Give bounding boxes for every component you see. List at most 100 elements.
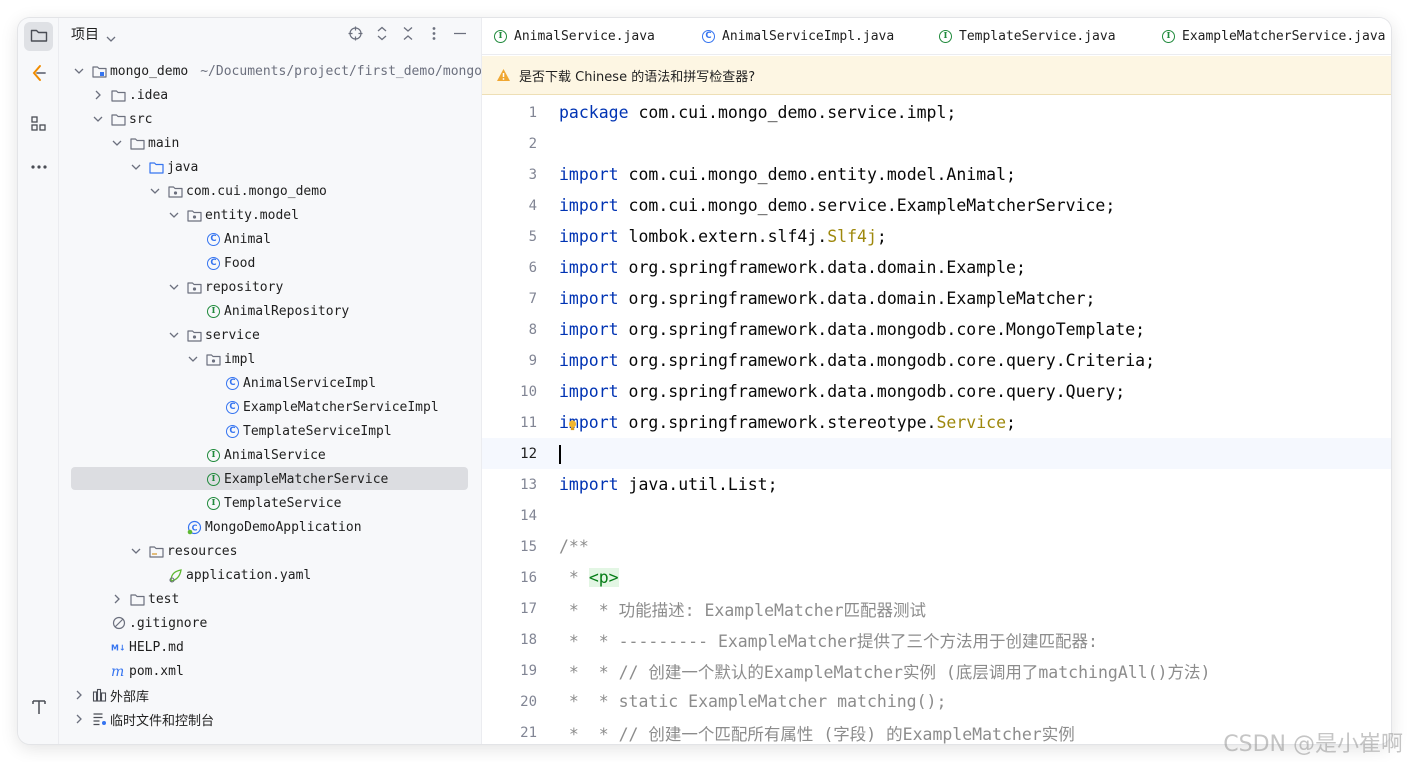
- code-line[interactable]: 10 import org.springframework.data.mongod…: [482, 376, 1391, 407]
- banner-text[interactable]: 是否下载 Chinese 的语法和拼写检查器?: [519, 66, 755, 85]
- tree-item[interactable]: resources: [59, 539, 481, 563]
- tree-item[interactable]: .gitignore: [59, 611, 481, 635]
- tree-item[interactable]: test: [59, 587, 481, 611]
- collapse-all-icon[interactable]: [399, 25, 416, 42]
- tree-item[interactable]: repository: [59, 275, 481, 299]
- tree-item[interactable]: C MongoDemoApplication: [59, 515, 481, 539]
- code-line[interactable]: 11 import org.springframework.stereotype.…: [482, 407, 1391, 438]
- folder-icon: [130, 592, 145, 607]
- chevron-right-icon[interactable]: [73, 713, 85, 725]
- more-tools-button[interactable]: [24, 150, 53, 179]
- code-line[interactable]: 14: [482, 500, 1391, 531]
- chevron-down-icon[interactable]: [73, 65, 85, 77]
- chevron-right-icon[interactable]: [92, 89, 104, 101]
- project-panel-toolbar: [347, 25, 468, 42]
- code-line[interactable]: 20 * * static ExampleMatcher matching();: [482, 686, 1391, 717]
- chevron-down-icon[interactable]: [149, 185, 161, 197]
- tree-item[interactable]: I AnimalRepository: [59, 299, 481, 323]
- code-line[interactable]: 19 * * // 创建一个默认的ExampleMatcher实例 (底层调用了…: [482, 655, 1391, 686]
- chevron-down-icon[interactable]: [111, 137, 123, 149]
- chevron-right-icon[interactable]: [111, 593, 123, 605]
- tree-item[interactable]: java: [59, 155, 481, 179]
- code-text: import org.springframework.data.mongodb.…: [559, 320, 1146, 339]
- library-icon: [92, 688, 107, 703]
- expand-all-icon[interactable]: [373, 25, 390, 42]
- code-line[interactable]: 6 import org.springframework.data.domain.…: [482, 252, 1391, 283]
- code-line[interactable]: 7 import org.springframework.data.domain.…: [482, 283, 1391, 314]
- chevron-down-icon[interactable]: [106, 28, 116, 47]
- hide-panel-icon[interactable]: [451, 25, 468, 42]
- tree-item[interactable]: I ExampleMatcherService: [59, 467, 481, 491]
- chevron-down-icon[interactable]: [168, 281, 180, 293]
- intention-bulb-icon[interactable]: [568, 416, 577, 431]
- tree-item[interactable]: src: [59, 107, 481, 131]
- tree-item[interactable]: com.cui.mongo_demo: [59, 179, 481, 203]
- project-panel-title[interactable]: 项目: [71, 24, 99, 44]
- tree-item[interactable]: impl: [59, 347, 481, 371]
- tree-item[interactable]: m pom.xml: [59, 659, 481, 683]
- code-line[interactable]: 2: [482, 128, 1391, 159]
- chevron-down-icon[interactable]: [130, 545, 142, 557]
- structure-tool-button[interactable]: [24, 111, 53, 140]
- editor-tab[interactable]: I AnimalService.java: [494, 18, 655, 54]
- chevron-right-icon[interactable]: [73, 689, 85, 701]
- options-icon[interactable]: [425, 25, 442, 42]
- tree-item[interactable]: C Animal: [59, 227, 481, 251]
- code-line[interactable]: 12: [482, 438, 1391, 469]
- editor-tab[interactable]: I ExampleMatcherService.java: [1162, 18, 1386, 54]
- class-icon: C: [225, 424, 240, 439]
- editor-tab[interactable]: C AnimalServiceImpl.java: [702, 18, 894, 54]
- code-editor[interactable]: 1 package com.cui.mongo_demo.service.impl…: [482, 95, 1391, 744]
- tree-item[interactable]: application.yaml: [59, 563, 481, 587]
- interface-icon: I: [206, 448, 221, 463]
- tree-item[interactable]: main: [59, 131, 481, 155]
- code-text: * * // 创建一个默认的ExampleMatcher实例 (底层调用了mat…: [559, 662, 1211, 682]
- tree-item[interactable]: M↓ HELP.md: [59, 635, 481, 659]
- line-number: 19: [520, 662, 537, 679]
- chevron-down-icon[interactable]: [92, 113, 104, 125]
- code-line[interactable]: 4 import com.cui.mongo_demo.service.Examp…: [482, 190, 1391, 221]
- code-line[interactable]: 17 * * 功能描述: ExampleMatcher匹配器测试: [482, 593, 1391, 624]
- line-number: 16: [520, 569, 537, 586]
- chevron-down-icon[interactable]: [187, 353, 199, 365]
- tree-item[interactable]: service: [59, 323, 481, 347]
- tree-item[interactable]: C ExampleMatcherServiceImpl: [59, 395, 481, 419]
- code-line[interactable]: 16 * <p>: [482, 562, 1391, 593]
- line-number: 21: [520, 724, 537, 741]
- project-tool-button[interactable]: [24, 22, 53, 51]
- locate-file-icon[interactable]: [347, 25, 364, 42]
- tree-item-label: Animal: [224, 231, 271, 247]
- code-line[interactable]: 15 /**: [482, 531, 1391, 562]
- class-icon: C: [225, 400, 240, 415]
- tree-item[interactable]: C Food: [59, 251, 481, 275]
- code-line[interactable]: 3 import com.cui.mongo_demo.entity.model.…: [482, 159, 1391, 190]
- tree-item-label: test: [148, 591, 180, 607]
- interface-icon: I: [206, 496, 221, 511]
- tree-item[interactable]: 临时文件和控制台: [59, 707, 481, 731]
- chevron-down-icon[interactable]: [168, 329, 180, 341]
- chevron-down-icon[interactable]: [168, 209, 180, 221]
- code-line[interactable]: 5 import lombok.extern.slf4j.Slf4j;: [482, 221, 1391, 252]
- tree-item[interactable]: entity.model: [59, 203, 481, 227]
- editor-tab[interactable]: I TemplateService.java: [939, 18, 1116, 54]
- tree-item[interactable]: .idea: [59, 83, 481, 107]
- tree-item[interactable]: 外部库: [59, 683, 481, 707]
- tree-item[interactable]: mongo_demo ~/Documents/project/first_demo…: [59, 59, 481, 83]
- code-line[interactable]: 13 import java.util.List;: [482, 469, 1391, 500]
- chevron-down-icon[interactable]: [130, 161, 142, 173]
- tree-item[interactable]: C AnimalServiceImpl: [59, 371, 481, 395]
- code-line[interactable]: 9 import org.springframework.data.mongodb…: [482, 345, 1391, 376]
- tree-item[interactable]: I TemplateService: [59, 491, 481, 515]
- format-tool-button[interactable]: [24, 694, 53, 723]
- tree-item[interactable]: C TemplateServiceImpl: [59, 419, 481, 443]
- code-line[interactable]: 1 package com.cui.mongo_demo.service.impl…: [482, 97, 1391, 128]
- leetcode-plugin-button[interactable]: [24, 60, 53, 89]
- tree-item-label: Food: [224, 255, 256, 271]
- spring-app-icon: C: [187, 520, 202, 535]
- code-line[interactable]: 8 import org.springframework.data.mongodb…: [482, 314, 1391, 345]
- code-line[interactable]: 18 * * --------- ExampleMatcher提供了三个方法用于…: [482, 624, 1391, 655]
- folder-icon: [130, 136, 145, 151]
- tree-item[interactable]: I AnimalService: [59, 443, 481, 467]
